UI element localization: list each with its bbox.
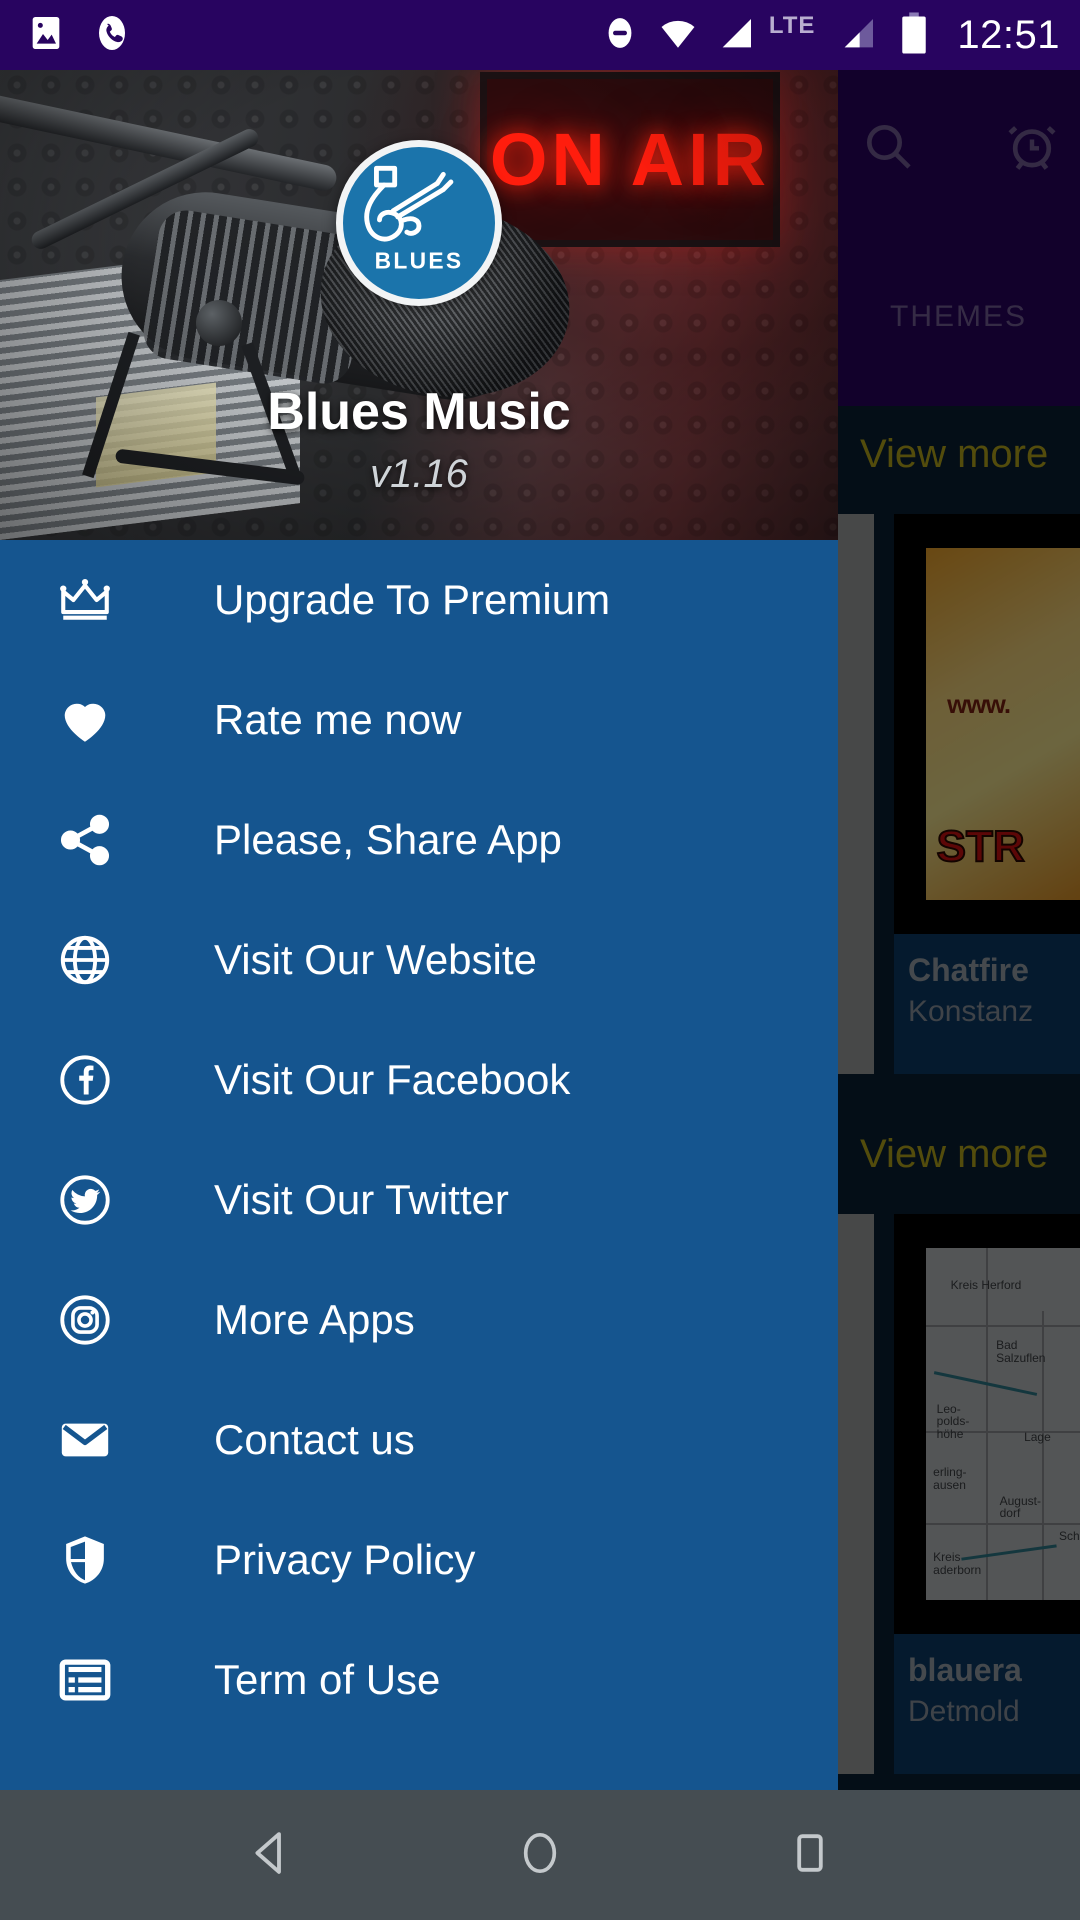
home-button[interactable] — [460, 1790, 620, 1920]
recents-square-icon — [786, 1829, 834, 1882]
status-bar: LTE 12:51 — [0, 0, 1080, 70]
photo-icon — [26, 13, 66, 58]
instagram-icon — [54, 1289, 116, 1351]
menu-item-share-app[interactable]: Please, Share App — [0, 780, 838, 900]
drawer-header: ON AIR — [0, 0, 838, 540]
menu-item-upgrade-to-premium[interactable]: Upgrade To Premium — [0, 540, 838, 660]
menu-item-label: Contact us — [214, 1416, 415, 1463]
signal-icon — [717, 13, 757, 58]
wifi-icon — [657, 12, 699, 59]
menu-item-privacy-policy[interactable]: Privacy Policy — [0, 1500, 838, 1620]
recents-button[interactable] — [730, 1790, 890, 1920]
menu-item-label: Term of Use — [214, 1656, 441, 1703]
menu-item-label: More Apps — [214, 1296, 415, 1343]
menu-item-label: Please, Share App — [214, 816, 562, 863]
back-triangle-icon — [243, 1826, 297, 1885]
envelope-icon — [54, 1409, 116, 1471]
app-logo: BLUES — [336, 140, 502, 306]
shield-icon — [54, 1529, 116, 1591]
app-version: v1.16 — [370, 452, 468, 496]
drawer-menu: Upgrade To Premium Rate me now Please, S… — [0, 540, 838, 1740]
menu-item-label: Rate me now — [214, 696, 462, 743]
menu-item-label: Visit Our Website — [214, 936, 537, 983]
back-button[interactable] — [190, 1790, 350, 1920]
menu-item-more-apps[interactable]: More Apps — [0, 1260, 838, 1380]
twitter-icon — [54, 1169, 116, 1231]
signal-secondary-icon — [839, 13, 879, 58]
svg-text:BLUES: BLUES — [375, 248, 464, 274]
menu-item-label: Privacy Policy — [214, 1536, 476, 1583]
do-not-disturb-icon — [601, 14, 639, 57]
app-name: Blues Music — [267, 383, 571, 441]
phone-call-icon — [92, 13, 132, 58]
status-bar-clock: 12:51 — [957, 12, 1060, 57]
crown-icon — [54, 569, 116, 631]
menu-item-rate-me-now[interactable]: Rate me now — [0, 660, 838, 780]
globe-icon — [54, 929, 116, 991]
network-type-label: LTE — [768, 12, 816, 39]
menu-item-term-of-use[interactable]: Term of Use — [0, 1620, 838, 1740]
menu-item-visit-website[interactable]: Visit Our Website — [0, 900, 838, 1020]
system-navigation-bar — [0, 1790, 1080, 1920]
status-bar-right-icons: LTE 12:51 — [601, 0, 1060, 70]
heart-icon — [54, 689, 116, 751]
menu-item-visit-facebook[interactable]: Visit Our Facebook — [0, 1020, 838, 1140]
menu-item-label: Visit Our Twitter — [214, 1176, 509, 1223]
home-circle-icon — [514, 1827, 566, 1884]
battery-icon — [897, 11, 931, 60]
facebook-icon — [54, 1049, 116, 1111]
menu-item-label: Visit Our Facebook — [214, 1056, 571, 1103]
status-bar-left-icons — [26, 0, 132, 70]
share-icon — [54, 809, 116, 871]
article-list-icon — [54, 1649, 116, 1711]
navigation-drawer: ON AIR — [0, 0, 838, 1790]
menu-item-visit-twitter[interactable]: Visit Our Twitter — [0, 1140, 838, 1260]
phone-screen: THEMES View more www. STR Chatfire Konst… — [0, 0, 1080, 1920]
menu-item-label: Upgrade To Premium — [214, 576, 611, 623]
menu-item-contact-us[interactable]: Contact us — [0, 1380, 838, 1500]
